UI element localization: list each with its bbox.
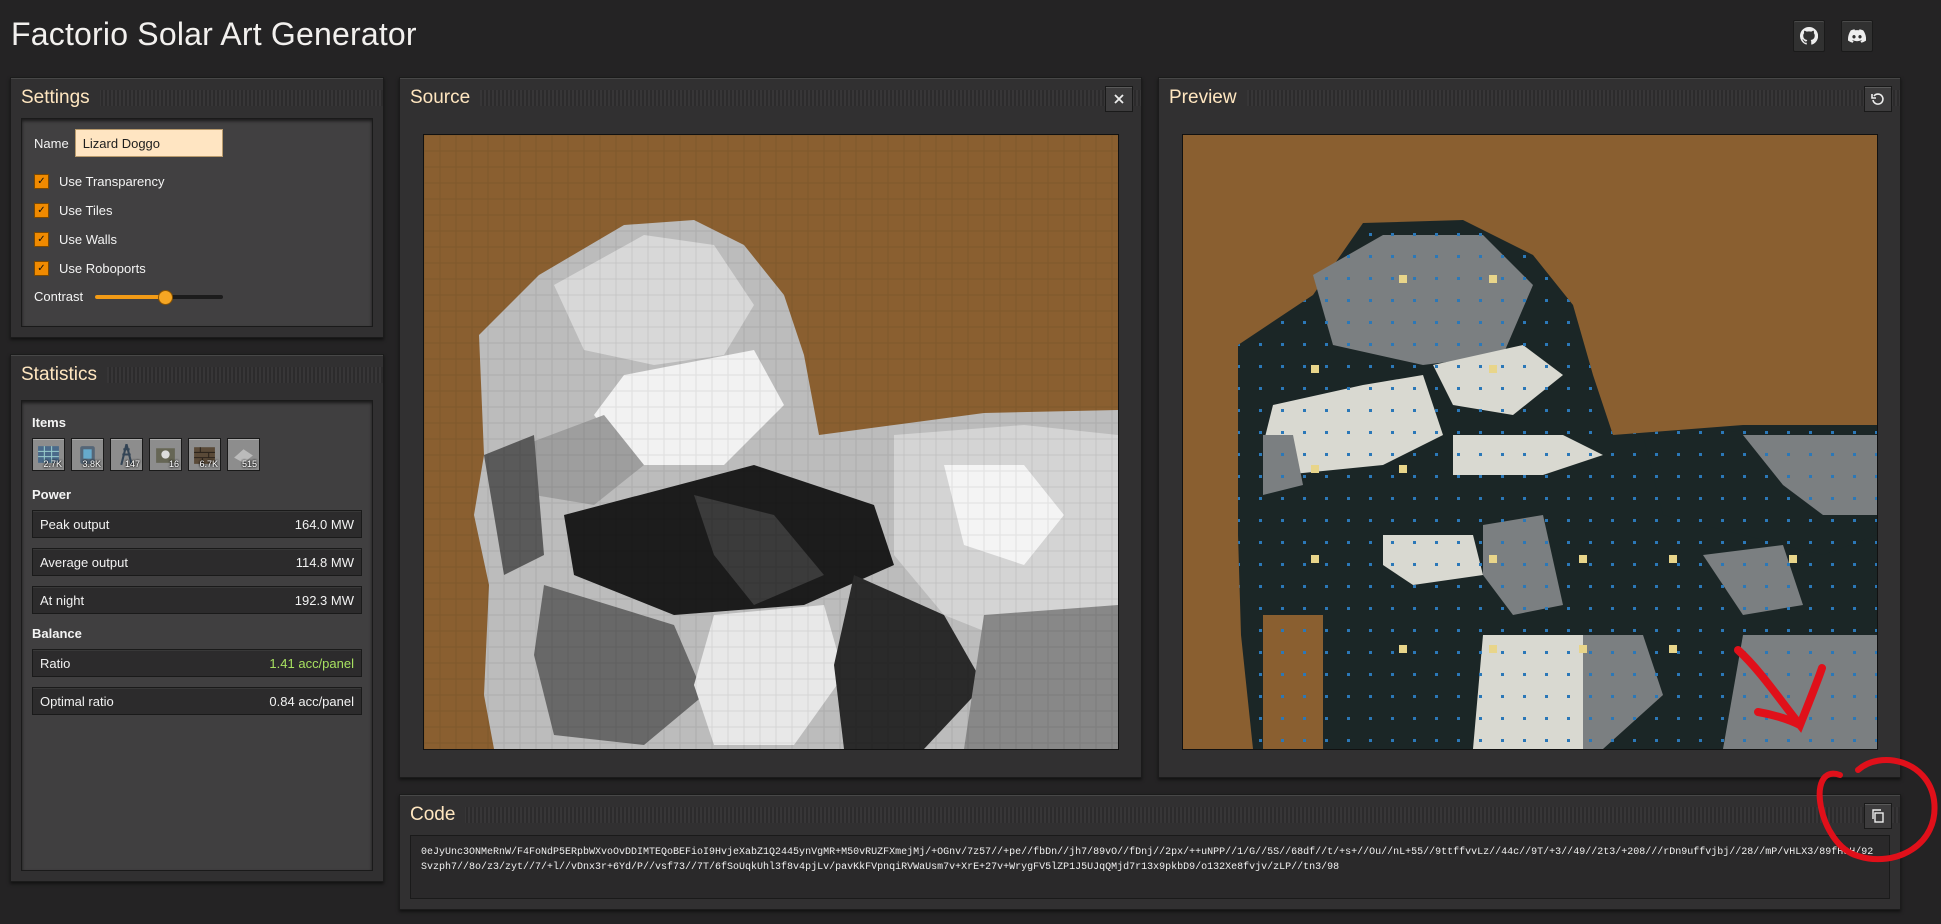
contrast-label: Contrast [34,289,84,304]
source-panel: Source [399,77,1142,778]
items-row: 2.7K 3.8K 147 16 6.7K 515 [32,438,362,471]
contrast-row: Contrast [34,289,224,305]
option-walls[interactable]: ✓ Use Walls [34,232,117,247]
preview-title: Preview [1159,87,1247,109]
github-icon[interactable] [1793,20,1825,52]
name-row: Name [34,129,223,157]
preview-image [1182,134,1878,750]
option-label: Use Roboports [59,261,146,276]
option-label: Use Tiles [59,203,113,218]
statistics-panel: Statistics Items 2.7K 3.8K 147 16 6.7K 5… [10,354,384,882]
option-label: Use Transparency [59,174,165,189]
copy-icon [1872,809,1884,823]
checkbox-roboports[interactable]: ✓ [34,261,49,276]
statistics-title: Statistics [11,364,108,386]
name-label: Name [34,135,69,151]
items-heading: Items [32,415,66,430]
power-heading: Power [32,487,72,502]
item-roboport[interactable]: 16 [149,438,182,471]
settings-body: Name ✓ Use Transparency ✓ Use Tiles ✓ Us… [21,118,373,327]
code-header: Code [400,795,1900,835]
preview-panel: Preview [1158,77,1901,778]
option-transparency[interactable]: ✓ Use Transparency [34,174,165,189]
app-title: Factorio Solar Art Generator [11,16,417,52]
code-title: Code [400,804,466,826]
statistics-body: Items 2.7K 3.8K 147 16 6.7K 515 Power Pe… [21,400,373,871]
refresh-icon [1871,93,1884,105]
source-image [423,134,1119,750]
option-label: Use Walls [59,232,118,247]
checkbox-transparency[interactable]: ✓ [34,174,49,189]
lizard-source-image [424,135,1118,749]
item-accumulator[interactable]: 3.8K [71,438,104,471]
settings-panel: Settings Name ✓ Use Transparency ✓ Use T… [10,77,384,338]
contrast-slider[interactable] [95,289,224,305]
option-roboports[interactable]: ✓ Use Roboports [34,261,146,276]
settings-header: Settings [11,78,383,118]
solar-art-preview [1238,220,1877,749]
checkbox-tiles[interactable]: ✓ [34,203,49,218]
stat-at-night: At night 192.3 MW [32,586,362,614]
close-button[interactable] [1105,86,1133,112]
code-panel: Code 0eJyUnc3ONMeRnW/F4FoNdP5ERpbWXvoOvD… [399,794,1901,910]
preview-header: Preview [1159,78,1900,118]
name-input[interactable] [74,129,223,157]
stat-average-output: Average output 114.8 MW [32,548,362,576]
item-landfill[interactable]: 515 [227,438,260,471]
balance-heading: Balance [32,626,82,641]
source-header: Source [400,78,1141,118]
statistics-header: Statistics [11,355,383,395]
refresh-button[interactable] [1864,86,1892,112]
option-tiles[interactable]: ✓ Use Tiles [34,203,112,218]
settings-title: Settings [11,87,100,109]
top-icon-bar [1793,20,1873,52]
close-icon [1114,94,1124,104]
source-title: Source [400,87,481,109]
checkbox-walls[interactable]: ✓ [34,232,49,247]
copy-button[interactable] [1864,803,1892,829]
stat-optimal-ratio: Optimal ratio 0.84 acc/panel [32,687,362,715]
blueprint-code[interactable]: 0eJyUnc3ONMeRnW/F4FoNdP5ERpbWXvoOvDDIMTE… [410,835,1890,899]
item-wall[interactable]: 6.7K [188,438,221,471]
item-solar-panel[interactable]: 2.7K [32,438,65,471]
contrast-slider-knob[interactable] [158,289,174,305]
stat-peak-output: Peak output 164.0 MW [32,510,362,538]
discord-icon[interactable] [1841,20,1873,52]
item-substation[interactable]: 147 [110,438,143,471]
stat-ratio: Ratio 1.41 acc/panel [32,649,362,677]
